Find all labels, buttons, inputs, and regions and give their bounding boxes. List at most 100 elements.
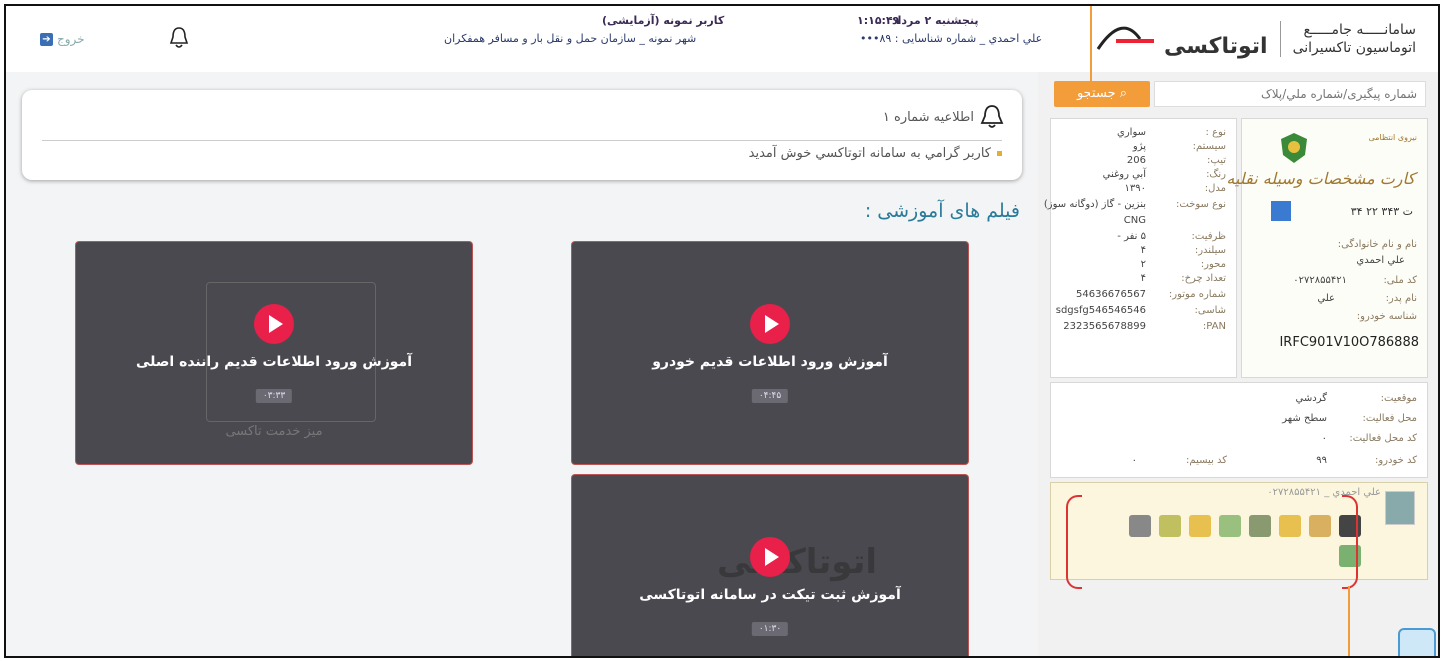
spec-label: ظرفیت: [1191,231,1226,242]
spec-label: تیپ: [1207,155,1226,166]
logo-separator [1279,21,1281,57]
spec-value: CNG [1123,215,1146,226]
user-role: کاربر نمونه (آزمایشی) [602,14,725,27]
spec-label: سیلندر: [1194,245,1226,256]
spec-label: نوع سوخت: [1175,199,1226,210]
exit-label: خروج [57,32,85,46]
notice-bell-icon [980,105,1004,128]
area-value: سطح شهر [1282,413,1327,424]
location-label: موقعیت: [1380,393,1417,404]
name-label: نام و نام خانوادگی: [1337,239,1417,250]
activity-card: موقعیت: گردشي محل فعالیت: سطح شهر کد محل… [1050,382,1428,478]
spec-label: تعداد چرخ: [1181,273,1226,284]
org-line: شهر نمونه _ سازمان حمل و نقل بار و مسافر… [444,32,697,45]
spec-label: مدل: [1204,183,1226,194]
video-subtitle: میز خدمت تاکسی [225,424,323,439]
spec-label: سیستم: [1192,141,1226,152]
system-title-line2: اتوماسیون تاکسیرانی [1292,40,1416,56]
system-title-line1: سامانـــــه جامـــــع [1303,22,1417,38]
location-value: گردشي [1295,393,1327,404]
spec-value: ۵ نفر - [1117,231,1146,242]
avatar [1385,491,1415,525]
actions-panel: علي احمدي _ ۰۲۷۲۸۵۵۴۲۱ [1050,482,1428,580]
search-button[interactable]: جستجو ⌕ [1054,81,1150,107]
video-title: آموزش ورود اطلاعات قدیم خودرو [652,354,888,370]
wireless-value: ۰ [1131,455,1137,466]
vehicle-code-value: ۹۹ [1316,455,1327,466]
top-bar: سامانـــــه جامـــــع اتوماسیون تاکسیران… [6,6,1438,74]
search-input[interactable] [1154,81,1426,107]
document-icon[interactable] [1129,515,1151,537]
spec-value: sdgsfg546546546 [1055,305,1146,316]
notice-divider [42,140,1002,141]
exit-icon: ➔ [40,32,53,46]
video-duration: ۰۱:۳۰ [751,622,789,636]
card-heading: کارت مشخصات وسیله نقلیه [1226,169,1415,188]
system-title: سامانـــــه جامـــــع اتوماسیون تاکسیران… [1293,21,1416,57]
vehicle-specs-card: نوع : سواري سیستم: پژو تیپ: 206 رنگ: آبي روغني م… [1044,118,1237,378]
area-label: محل فعالیت: [1362,413,1417,424]
time-text: ۱:۱۵:۴۹ [857,14,900,27]
plate-flag-icon [1271,201,1291,221]
edit-form-icon[interactable] [1309,515,1331,537]
play-icon[interactable] [750,537,790,577]
notice-panel: اطلاعیه شماره ۱ کاربر گرامي به سامانه ات… [22,90,1022,180]
search-button-label: جستجو [1076,86,1116,101]
father-label: نام پدر: [1385,293,1417,304]
spec-label: شماره موتور: [1168,289,1226,300]
location-pin-icon[interactable] [1159,515,1181,537]
logo: سامانـــــه جامـــــع اتوماسیون تاکسیران… [1096,16,1416,62]
notice-header: اطلاعیه شماره ۱ [883,104,1004,130]
spec-value: ۴ [1140,245,1146,256]
spec-value: بنزین - گاز (دوگانه سوز) [1043,199,1146,210]
taxi-upload-icon[interactable] [1279,515,1301,537]
spec-value: ۱۳۹۰ [1124,183,1146,194]
video-card[interactable]: آموزش ورود اطلاعات قدیم خودرو ۰۴:۴۵ [572,242,968,464]
spec-value: ۲ [1140,259,1146,270]
vin-label: شناسه خودرو: [1356,311,1417,322]
action-icons [1129,515,1361,537]
father-value: علي [1317,293,1335,304]
id-card-icon[interactable] [1249,515,1271,537]
notification-bell-icon[interactable] [168,26,190,50]
spec-label: نوع : [1205,127,1226,138]
video-card[interactable]: آموزش ورود اطلاعات قدیم راننده اصلی ۰۳:۳… [76,242,472,464]
notice-title: اطلاعیه شماره ۱ [882,109,974,125]
brand-logo: اتوتاکسی [1096,19,1268,59]
notice-message-text: کاربر گرامي به سامانه اتوتاکسي خوش آمدید [748,146,991,161]
vehicle-code-label: کد خودرو: [1374,455,1417,466]
annotation-bracket-left [1066,495,1082,589]
add-list-icon[interactable] [1219,515,1241,537]
play-icon[interactable] [254,304,294,344]
name-value: علي احمدي [1356,255,1405,266]
taxi-icon[interactable] [1189,515,1211,537]
vehicle-id-card: نیروی انتظامی کارت مشخصات وسیله نقلیه ۳۴… [1226,118,1428,378]
video-card[interactable]: اتوتاکسی آموزش ثبت تیکت در سامانه اتوتاک… [572,475,968,656]
chat-icon[interactable] [1398,628,1436,656]
video-duration: ۰۳:۳۳ [255,389,293,403]
play-icon[interactable] [750,304,790,344]
brand-name: اتوتاکسی [1164,34,1268,59]
area-code-label: کد محل فعالیت: [1349,433,1417,444]
spec-label: محور: [1200,259,1226,270]
spec-label: PAN: [1202,321,1226,332]
video-duration: ۰۴:۴۵ [751,389,789,403]
main-content: اطلاعیه شماره ۱ کاربر گرامي به سامانه ات… [6,72,1038,656]
video-title: آموزش ورود اطلاعات قدیم راننده اصلی [135,354,413,370]
bullet-icon [997,151,1002,156]
police-emblem-icon [1281,133,1307,163]
spec-value: 206 [1126,155,1146,166]
actions-user-line: علي احمدي _ ۰۲۷۲۸۵۵۴۲۱ [1267,487,1381,498]
user-id-line: علي احمدي _ شماره شناسایی : ۸۹••• [860,32,1043,45]
exit-button[interactable]: ➔ خروج [40,32,85,46]
video-title: آموزش ثبت تیکت در سامانه اتوتاکسی [639,587,901,603]
search-icon: ⌕ [1119,86,1128,101]
video-brand-watermark: اتوتاکسی [717,542,878,582]
brand-swoosh-icon [1097,26,1155,50]
spec-value: 2323565678899 [1063,321,1146,332]
films-title: فیلم های آموزشی : [864,200,1020,222]
annotation-pointer-top [1090,6,1092,96]
vin-value: IRFC901V10O786888 [1279,335,1419,350]
annotation-bracket-right [1342,495,1358,589]
spec-value: آبي روغني [1102,169,1146,180]
